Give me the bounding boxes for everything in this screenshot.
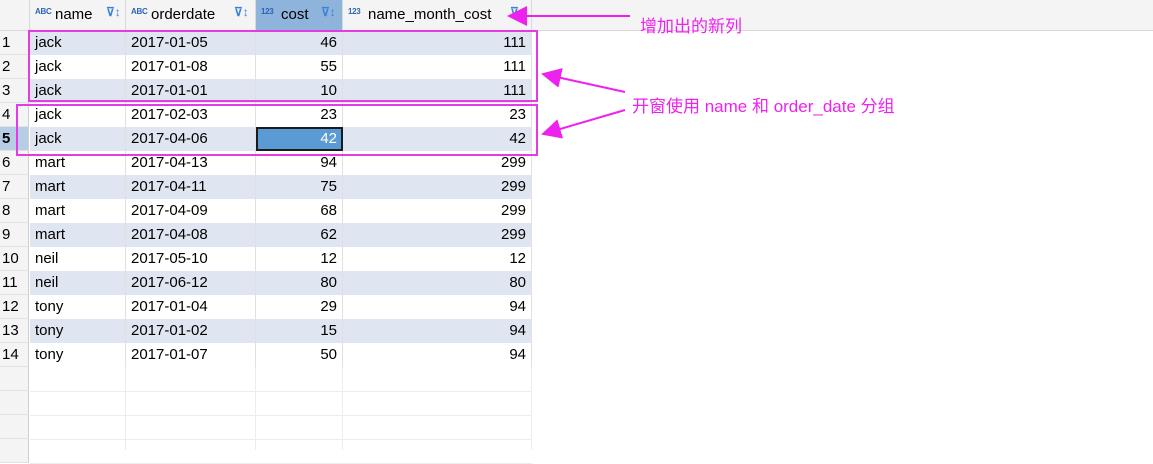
arrow-partition-bottom	[541, 109, 626, 139]
annotation-arrows	[507, 6, 630, 139]
annotation-new-column: 增加出的新列	[640, 17, 742, 36]
annotation-window-partition: 开窗使用 name 和 order_date 分组	[632, 97, 895, 116]
arrow-partition-top	[541, 68, 626, 93]
